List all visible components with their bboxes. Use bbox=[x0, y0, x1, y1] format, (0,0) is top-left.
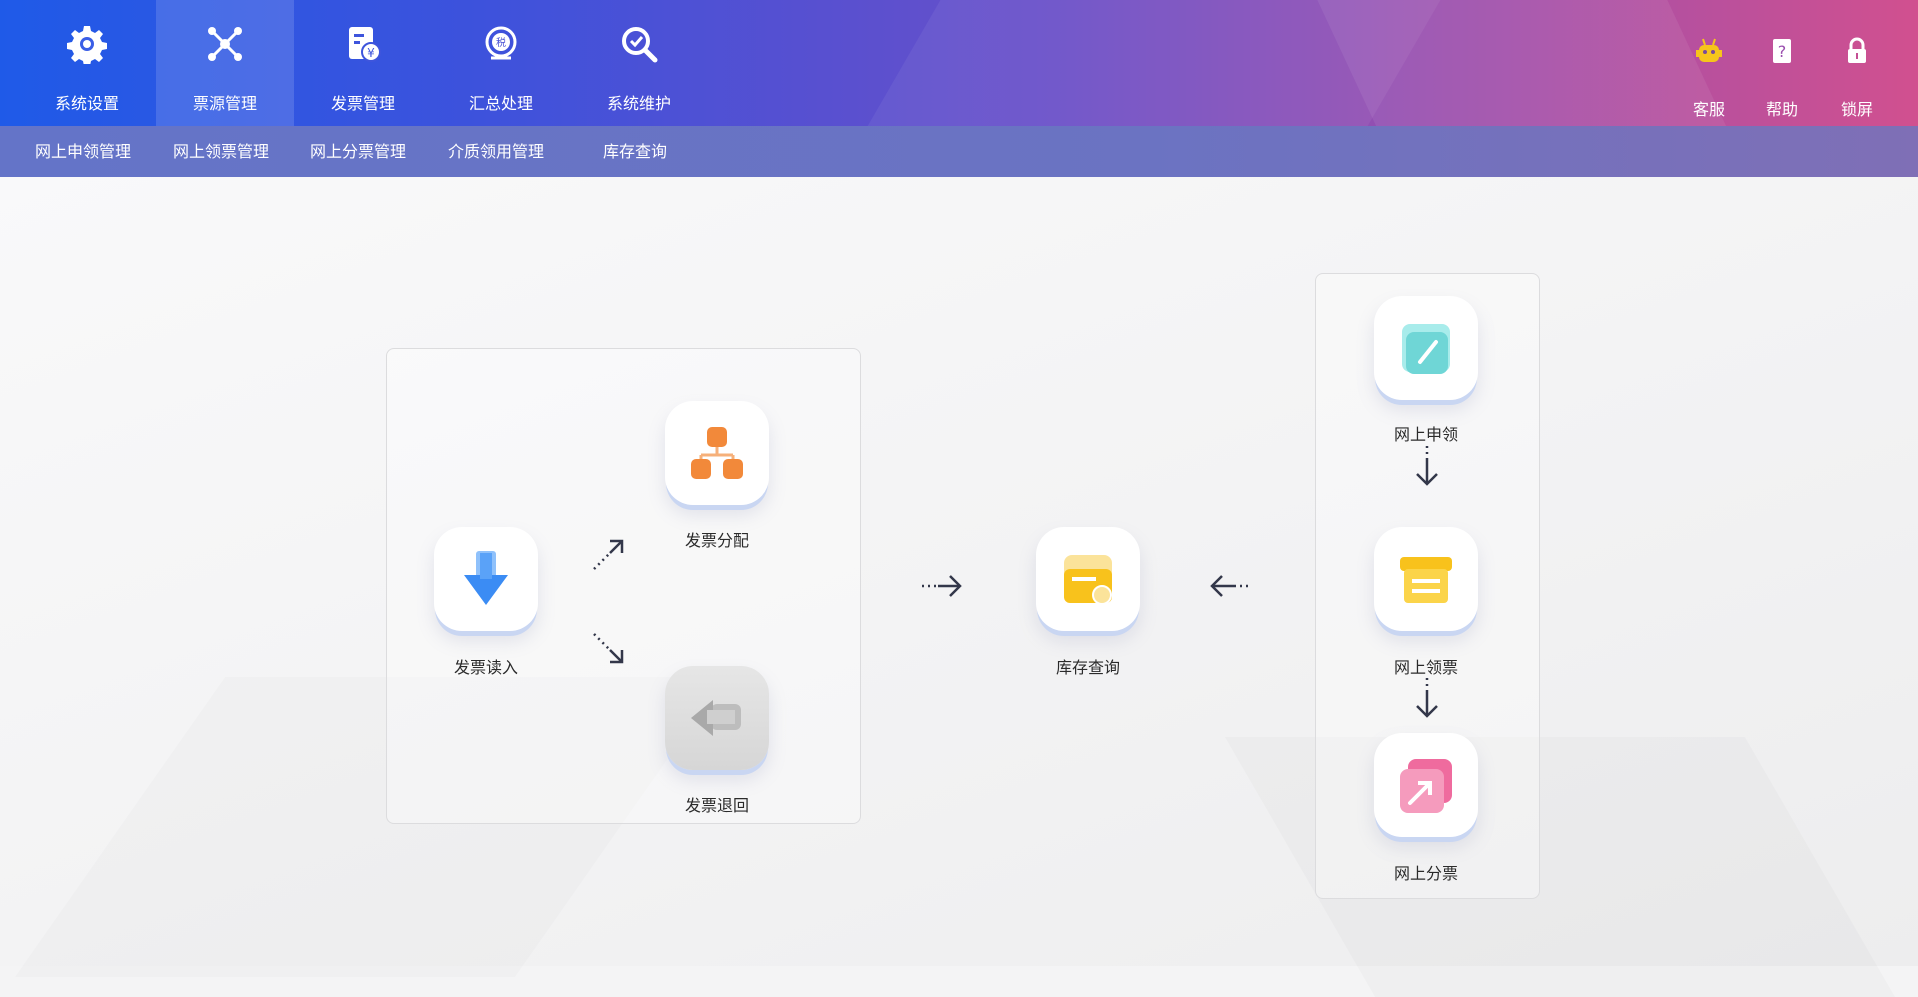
sub-navigation-bar: 网上申领管理 网上领票管理 网上分票管理 介质领用管理 库存查询 bbox=[0, 126, 1918, 177]
customer-service-button[interactable]: 客服 bbox=[1679, 0, 1739, 126]
nav-system-settings[interactable]: 系统设置 bbox=[18, 0, 156, 126]
help-book-icon: ? bbox=[1773, 39, 1791, 63]
subnav-receive-online-management[interactable]: 网上领票管理 bbox=[173, 126, 269, 177]
invoice-read-tile[interactable] bbox=[434, 527, 538, 631]
nav-invoice-management[interactable]: ¥ 发票管理 bbox=[294, 0, 432, 126]
nav-summary-processing[interactable]: 税 汇总处理 bbox=[432, 0, 570, 126]
utility-label: 锁屏 bbox=[1840, 100, 1873, 119]
split-online-label: 网上分票 bbox=[1393, 864, 1458, 883]
share-document-icon bbox=[1400, 759, 1452, 813]
invoice-return-label: 发票退回 bbox=[684, 796, 749, 815]
subnav-apply-online-management[interactable]: 网上申领管理 bbox=[35, 126, 131, 177]
edit-document-icon bbox=[1402, 324, 1450, 374]
subnav-medium-usage-management[interactable]: 介质领用管理 bbox=[448, 126, 544, 177]
maintenance-icon bbox=[622, 27, 658, 63]
lock-icon bbox=[1848, 37, 1866, 63]
invoice-return-tile[interactable] bbox=[665, 666, 769, 770]
invoice-icon: ¥ bbox=[349, 27, 381, 62]
help-button[interactable]: ? 帮助 bbox=[1752, 0, 1812, 126]
right-arrow-icon bbox=[922, 575, 962, 597]
download-arrow-icon bbox=[464, 551, 508, 605]
invoice-read-label: 发票读入 bbox=[453, 658, 518, 677]
svg-text:税: 税 bbox=[496, 36, 506, 49]
invoice-distribute-tile[interactable] bbox=[665, 401, 769, 505]
diagonal-up-arrow-icon bbox=[593, 539, 624, 570]
return-arrow-icon bbox=[691, 700, 741, 736]
invoice-distribute-label: 发票分配 bbox=[684, 531, 749, 550]
gear-icon bbox=[67, 26, 107, 64]
svg-text:?: ? bbox=[1778, 42, 1787, 61]
receive-online-tile[interactable] bbox=[1374, 527, 1478, 631]
inventory-query-tile[interactable] bbox=[1036, 527, 1140, 631]
lock-screen-button[interactable]: 锁屏 bbox=[1827, 0, 1887, 126]
split-online-tile[interactable] bbox=[1374, 733, 1478, 837]
apply-online-tile[interactable] bbox=[1374, 296, 1478, 400]
left-arrow-icon bbox=[1210, 575, 1250, 597]
nav-label: 票源管理 bbox=[192, 94, 257, 113]
down-arrow-icon bbox=[1416, 678, 1438, 718]
nav-label: 发票管理 bbox=[330, 94, 395, 113]
inventory-icon bbox=[1064, 555, 1112, 605]
nav-label: 系统维护 bbox=[606, 94, 671, 113]
svg-text:¥: ¥ bbox=[367, 46, 375, 60]
robot-icon bbox=[1696, 38, 1722, 62]
subnav-split-online-management[interactable]: 网上分票管理 bbox=[310, 126, 406, 177]
nav-ticket-source[interactable]: 票源管理 bbox=[156, 0, 294, 126]
subnav-inventory-query[interactable]: 库存查询 bbox=[603, 126, 667, 177]
top-navigation-bar: 系统设置 票源管理 ¥ 发票管理 税 汇总处理 系统维护 客服 ? 帮助 锁屏 bbox=[0, 0, 1918, 126]
diagonal-down-arrow-icon bbox=[593, 633, 624, 664]
receive-online-label: 网上领票 bbox=[1393, 658, 1458, 677]
network-icon bbox=[208, 27, 242, 61]
tax-summary-icon: 税 bbox=[485, 26, 517, 60]
inventory-query-label: 库存查询 bbox=[1055, 658, 1120, 677]
org-chart-icon bbox=[691, 427, 743, 479]
archive-box-icon bbox=[1400, 557, 1452, 603]
nav-system-maintenance[interactable]: 系统维护 bbox=[570, 0, 708, 126]
apply-online-label: 网上申领 bbox=[1393, 425, 1458, 444]
nav-label: 系统设置 bbox=[54, 94, 119, 113]
down-arrow-icon bbox=[1416, 446, 1438, 486]
utility-label: 客服 bbox=[1692, 100, 1725, 119]
nav-label: 汇总处理 bbox=[468, 94, 533, 113]
utility-label: 帮助 bbox=[1765, 100, 1798, 119]
